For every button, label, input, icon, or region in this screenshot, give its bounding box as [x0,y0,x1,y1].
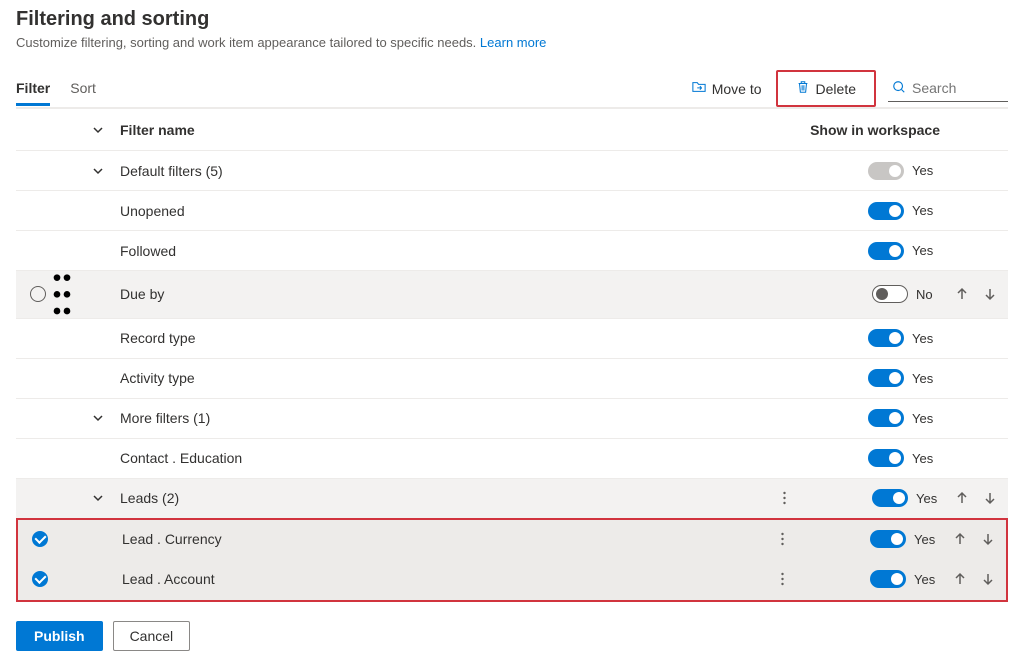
grid-header: Filter name Show in workspace [16,109,1008,151]
toggle-value: Yes [912,163,940,178]
overflow-menu-icon[interactable] [766,532,798,546]
overflow-menu-icon[interactable] [766,572,798,586]
filter-grid: Filter name Show in workspace Default fi… [16,108,1008,602]
row-activity-type: Activity type Yes [16,359,1008,399]
move-to-label: Move to [712,81,762,97]
toggle-switch[interactable] [868,409,904,427]
row-label: Default filters (5) [112,163,768,179]
toggle-switch[interactable] [872,285,908,303]
toggle-switch[interactable] [870,570,906,588]
subtitle-text: Customize filtering, sorting and work it… [16,35,476,50]
row-contact-education: Contact . Education Yes [16,439,1008,479]
folder-move-icon [692,80,706,97]
row-lead-account: Lead . Account Yes [18,560,1006,600]
row-label: Lead . Account [114,571,766,587]
col-header-show[interactable]: Show in workspace [800,122,1000,138]
row-label: Unopened [112,203,768,219]
toggle-value: Yes [912,451,940,466]
delete-button[interactable]: Delete [786,74,866,103]
toggle-switch[interactable] [868,369,904,387]
search-icon [892,80,906,97]
row-label: Followed [112,243,768,259]
page-title: Filtering and sorting [16,8,1008,31]
learn-more-link[interactable]: Learn more [480,35,546,50]
toggle-switch [868,162,904,180]
row-checkbox[interactable] [32,531,48,547]
toggle-value: Yes [916,491,944,506]
tab-filter[interactable]: Filter [16,72,50,106]
row-due-by: Due by No [16,271,1008,319]
row-label: More filters (1) [112,410,768,426]
row-record-type: Record type Yes [16,319,1008,359]
row-label: Record type [112,330,768,346]
cancel-button[interactable]: Cancel [113,621,191,651]
selection-highlight-box: Lead . Currency Yes Lead . Account Yes [16,518,1008,602]
toggle-switch[interactable] [868,449,904,467]
search-box[interactable] [888,76,1008,102]
tab-list: Filter Sort [16,72,96,106]
publish-button[interactable]: Publish [16,621,103,651]
row-more-filters: More filters (1) Yes [16,399,1008,439]
toggle-switch[interactable] [870,530,906,548]
toggle-value: Yes [912,331,940,346]
chevron-down-icon[interactable] [72,412,112,424]
toggle-value: No [916,287,944,302]
toggle-switch[interactable] [868,242,904,260]
move-up-icon[interactable] [950,529,970,549]
row-label: Lead . Currency [114,531,766,547]
row-leads: Leads (2) Yes [16,479,1008,519]
chevron-down-icon[interactable] [72,165,112,177]
row-followed: Followed Yes [16,231,1008,271]
row-checkbox[interactable] [32,571,48,587]
toggle-switch[interactable] [868,329,904,347]
delete-highlight-box: Delete [776,70,876,107]
row-label: Activity type [112,370,768,386]
toggle-value: Yes [914,572,942,587]
row-default-filters: Default filters (5) Yes [16,151,1008,191]
move-down-icon[interactable] [978,529,998,549]
toolbar: Filter Sort Move to Delete [16,70,1008,108]
page-subtitle: Customize filtering, sorting and work it… [16,35,1008,50]
toggle-value: Yes [912,243,940,258]
move-to-button[interactable]: Move to [682,74,772,103]
move-up-icon[interactable] [952,488,972,508]
move-down-icon[interactable] [980,488,1000,508]
toggle-value: Yes [912,371,940,386]
toggle-value: Yes [914,532,942,547]
row-lead-currency: Lead . Currency Yes [18,520,1006,560]
move-up-icon[interactable] [952,284,972,304]
delete-label: Delete [816,81,856,97]
footer: Publish Cancel [16,621,1008,661]
toggle-value: Yes [912,203,940,218]
row-label: Contact . Education [112,450,768,466]
chevron-down-icon[interactable] [72,492,112,504]
move-down-icon[interactable] [980,284,1000,304]
row-checkbox[interactable] [30,286,46,302]
overflow-menu-icon[interactable] [768,491,800,505]
move-up-icon[interactable] [950,569,970,589]
move-down-icon[interactable] [978,569,998,589]
toggle-switch[interactable] [868,202,904,220]
row-unopened: Unopened Yes [16,191,1008,231]
collapse-all-icon[interactable] [72,124,112,136]
row-label: Leads (2) [112,490,768,506]
toggle-switch[interactable] [872,489,908,507]
toggle-value: Yes [912,411,940,426]
drag-handle-icon[interactable] [52,271,72,318]
row-label: Due by [112,286,768,302]
search-input[interactable] [912,80,1002,96]
col-header-name[interactable]: Filter name [112,122,768,138]
tab-sort[interactable]: Sort [70,72,96,106]
trash-icon [796,80,810,97]
